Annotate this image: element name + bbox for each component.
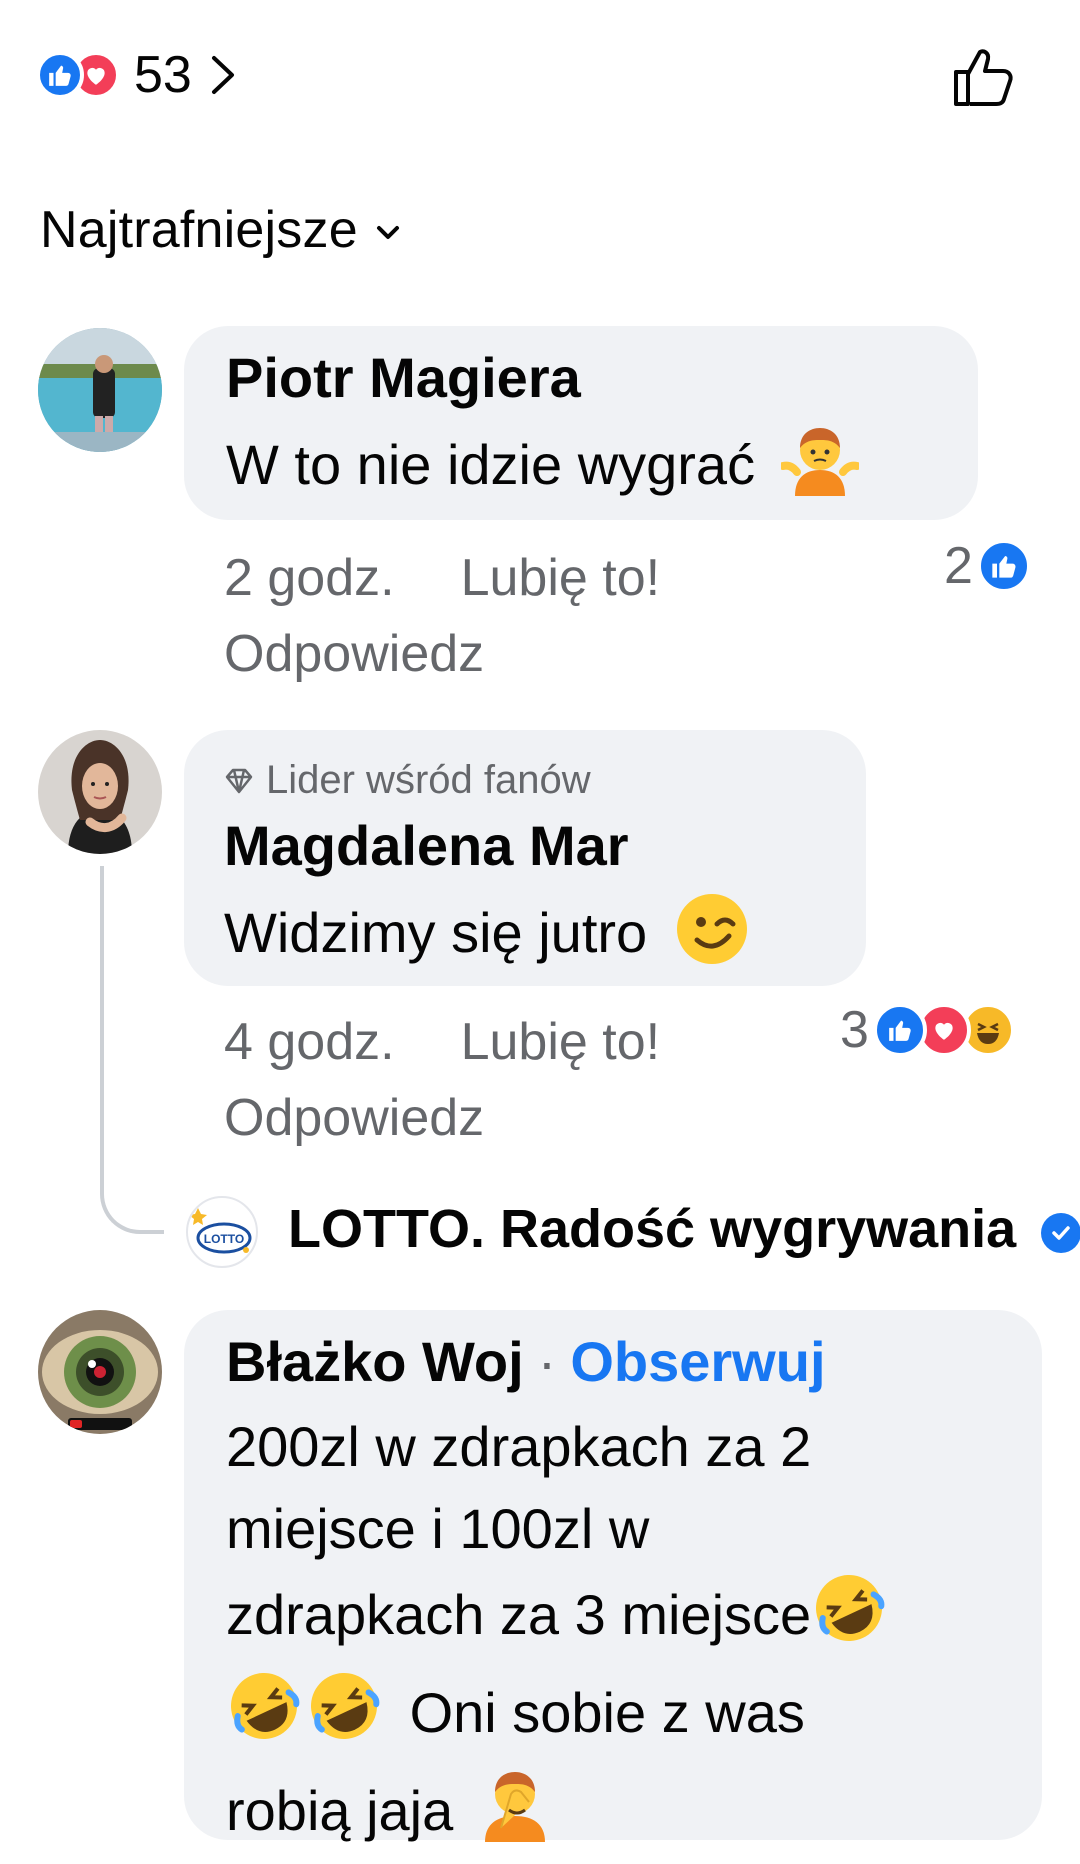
- comment-text: 200zl w zdrapkach za 2 miejsce i 100zl w…: [226, 1406, 887, 1864]
- reply-page-name[interactable]: LOTTO. Radość wygrywania: [288, 1198, 1080, 1260]
- comment-author-row: Błażko Woj · Obserwuj: [226, 1330, 826, 1394]
- person-shrugging-emoji-icon: [778, 422, 861, 516]
- like-icon: [976, 539, 1031, 593]
- reactions-summary[interactable]: 53: [36, 44, 236, 106]
- fan-badge-label: Lider wśród fanów: [266, 758, 591, 802]
- comment-time[interactable]: 2 godz.: [224, 549, 395, 607]
- comment-text: W to nie idzie wygrać: [226, 432, 756, 496]
- comment-text: Widzimy się jutro: [224, 900, 648, 964]
- comment-bubble: Lider wśród fanów Magdalena Mar Widzimy …: [184, 730, 866, 986]
- like-action[interactable]: Lubię to!: [461, 549, 661, 607]
- person-facepalming-emoji-icon: [479, 1766, 551, 1864]
- comment-reactions[interactable]: 3: [840, 1000, 1015, 1060]
- comment-author[interactable]: Piotr Magiera: [226, 346, 581, 410]
- fan-badge: Lider wśród fanów: [224, 758, 591, 803]
- rolling-laughing-emoji-icon: [306, 1668, 382, 1766]
- avatar-piotr[interactable]: [38, 328, 162, 452]
- verified-badge-icon: [1041, 1212, 1080, 1253]
- rolling-laughing-emoji-icon: [226, 1668, 302, 1766]
- reaction-count: 3: [840, 1001, 869, 1059]
- comment-text-line: robią jaja: [226, 1778, 454, 1842]
- diamond-icon: [225, 768, 253, 793]
- chevron-right-icon: [211, 56, 234, 94]
- comment-text-line: miejsce i 100zl w: [226, 1497, 650, 1560]
- lotto-logo-text: LOTTO: [204, 1232, 244, 1246]
- winking-face-emoji-icon: [673, 890, 751, 984]
- rolling-laughing-emoji-icon: [811, 1570, 887, 1668]
- follow-button[interactable]: Obserwuj: [570, 1330, 825, 1393]
- sort-dropdown[interactable]: Najtrafniejsze: [40, 200, 400, 260]
- reply-author: LOTTO. Radość wygrywania: [288, 1199, 1017, 1259]
- comment-bubble: Błażko Woj · Obserwuj 200zl w zdrapkach za…: [184, 1310, 1042, 1842]
- like-action[interactable]: Lubię to!: [461, 1013, 661, 1071]
- comment-text-line: 200zl w zdrapkach za 2: [226, 1415, 812, 1478]
- reactions-count: 53: [134, 46, 192, 104]
- comment-meta: 2 godz. Lubię to!: [224, 540, 660, 616]
- like-icon: [36, 51, 84, 99]
- comment-author[interactable]: Błażko Woj: [226, 1330, 524, 1393]
- comment-text-line: Oni sobie z was: [409, 1680, 805, 1744]
- chevron-down-icon: [376, 226, 399, 239]
- comment-author[interactable]: Magdalena Mar: [224, 814, 629, 878]
- thread-connector: [100, 866, 164, 1234]
- reaction-count: 2: [944, 537, 973, 595]
- like-outline-icon[interactable]: [950, 44, 1016, 110]
- comment-bubble: Piotr Magiera W to nie idzie wygrać: [184, 326, 978, 520]
- reply-action[interactable]: Odpowiedz: [224, 616, 484, 692]
- like-icon: [872, 1003, 927, 1057]
- avatar-lotto[interactable]: LOTTO: [186, 1196, 258, 1268]
- reply-action[interactable]: Odpowiedz: [224, 1080, 484, 1156]
- avatar-magdalena[interactable]: [38, 730, 162, 854]
- sort-label: Najtrafniejsze: [40, 201, 358, 259]
- separator-dot: ·: [537, 1330, 557, 1393]
- comment-meta: 4 godz. Lubię to!: [224, 1004, 660, 1080]
- comment-reactions[interactable]: 2: [944, 536, 1031, 596]
- comment-time[interactable]: 4 godz.: [224, 1013, 395, 1071]
- comment-text-line: zdrapkach za 3 miejsce: [226, 1582, 812, 1646]
- avatar-blazko[interactable]: [38, 1310, 162, 1434]
